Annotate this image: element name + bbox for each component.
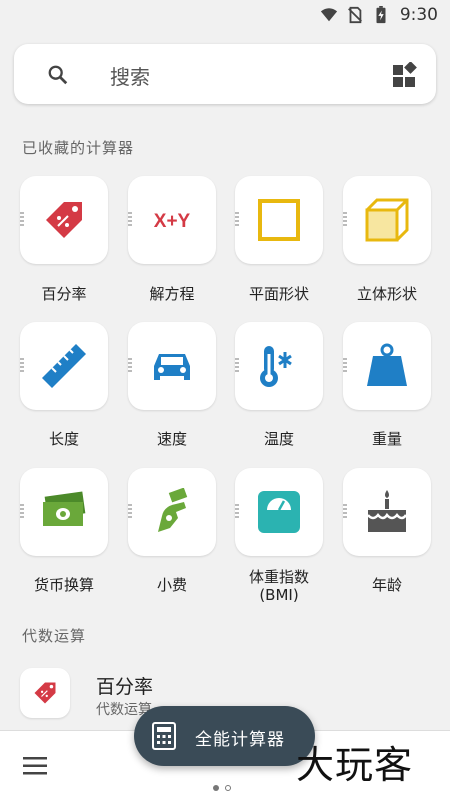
search-input[interactable]: 搜索 — [110, 61, 150, 90]
tile-label: 长度 — [48, 430, 79, 448]
cake-icon — [367, 490, 408, 532]
drag-handle[interactable] — [128, 504, 132, 518]
search-bar[interactable]: 搜索 — [14, 44, 436, 104]
menu-icon[interactable] — [23, 757, 47, 775]
tile-plane-shapes[interactable] — [235, 176, 323, 264]
search-icon — [48, 65, 68, 85]
drag-handle[interactable] — [20, 212, 24, 226]
no-sim-icon — [347, 6, 362, 24]
tile-label: 立体形状 — [356, 285, 417, 303]
status-time: 9:30 — [399, 5, 438, 25]
wifi-icon — [320, 8, 337, 22]
list-item-icon — [20, 668, 70, 718]
tile-weight[interactable] — [343, 322, 431, 410]
tile-label: 百分率 — [41, 285, 87, 303]
page-indicator — [213, 785, 231, 791]
tile-label: 速度 — [156, 430, 187, 448]
drag-handle[interactable] — [235, 212, 239, 226]
drag-handle[interactable] — [343, 358, 347, 372]
tile-length[interactable] — [20, 322, 108, 410]
tile-temperature[interactable] — [235, 322, 323, 410]
page-dot-active — [213, 785, 219, 791]
tile-label: 温度 — [263, 430, 294, 448]
algebra-section-title: 代数运算 — [22, 627, 87, 645]
tile-label: 重量 — [371, 430, 402, 448]
scale-icon — [258, 491, 300, 533]
weight-icon — [367, 343, 407, 386]
widgets-icon[interactable] — [392, 62, 418, 88]
page-dot — [225, 785, 231, 791]
drag-handle[interactable] — [343, 212, 347, 226]
all-in-one-calculator-button[interactable]: 全能计算器 — [134, 706, 315, 766]
money-icon — [43, 491, 86, 526]
drag-handle[interactable] — [235, 504, 239, 518]
tile-label: 体重指数 (BMI) — [248, 568, 309, 604]
drag-handle[interactable] — [343, 504, 347, 518]
battery-icon — [376, 6, 386, 24]
tile-equation[interactable]: X+Y — [128, 176, 216, 264]
list-item-title: 百分率 — [96, 676, 154, 698]
fab-label: 全能计算器 — [195, 730, 285, 750]
calculator-icon — [152, 722, 176, 750]
tile-label: 年龄 — [371, 576, 402, 594]
tile-solid-shapes[interactable] — [343, 176, 431, 264]
percent-tag-icon — [46, 202, 82, 238]
tile-currency[interactable] — [20, 468, 108, 556]
tile-label: 平面形状 — [248, 285, 309, 303]
drag-handle[interactable] — [128, 358, 132, 372]
tile-percent[interactable] — [20, 176, 108, 264]
tile-label: 小费 — [156, 576, 187, 594]
drag-handle[interactable] — [235, 358, 239, 372]
square-icon — [258, 199, 300, 241]
status-bar: 9:30 — [0, 0, 450, 30]
tile-age[interactable] — [343, 468, 431, 556]
ruler-icon — [42, 344, 86, 388]
tile-speed[interactable] — [128, 322, 216, 410]
percent-tag-icon — [34, 682, 56, 704]
watermark-logo: 大玩客 — [296, 743, 414, 787]
svg-text:X+Y: X+Y — [154, 211, 191, 232]
equation-xy-icon: X+Y — [154, 211, 191, 232]
tile-label: 货币换算 — [33, 576, 94, 594]
tile-label: 解方程 — [149, 285, 195, 303]
tile-tip[interactable] — [128, 468, 216, 556]
thermometer-icon — [260, 346, 292, 387]
drag-handle[interactable] — [20, 504, 24, 518]
car-icon — [154, 354, 190, 380]
tip-hand-icon — [158, 488, 188, 532]
drag-handle[interactable] — [128, 212, 132, 226]
favorites-section-title: 已收藏的计算器 — [22, 139, 135, 157]
drag-handle[interactable] — [20, 358, 24, 372]
tile-bmi[interactable] — [235, 468, 323, 556]
cube-icon — [365, 198, 409, 242]
